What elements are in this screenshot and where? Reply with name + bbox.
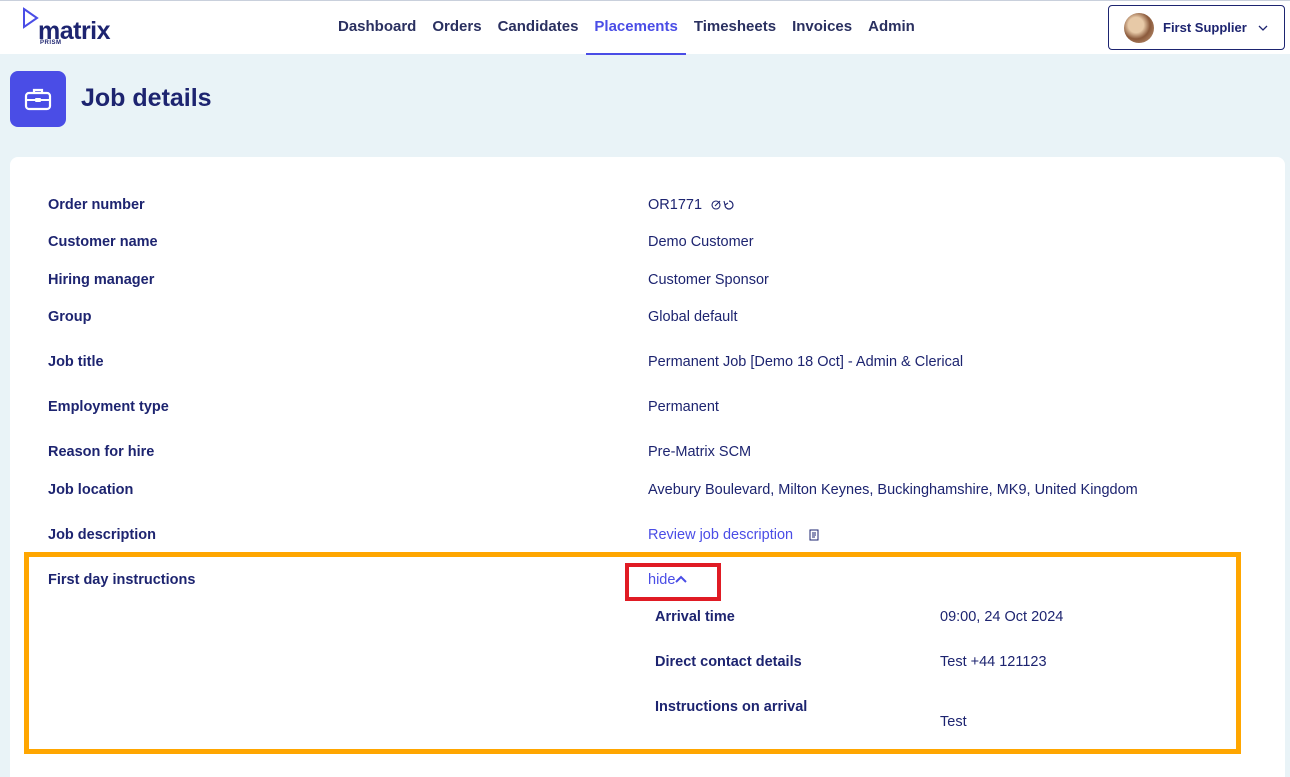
- order-number-label: Order number: [48, 197, 145, 213]
- instructions-on-arrival-label: Instructions on arrival: [655, 699, 808, 715]
- reason-for-hire-label: Reason for hire: [48, 444, 155, 460]
- user-menu-button[interactable]: First Supplier: [1108, 5, 1285, 50]
- nav-timesheets[interactable]: Timesheets: [686, 1, 784, 55]
- job-description-label: Job description: [48, 527, 156, 543]
- order-number-actions-icon[interactable]: [710, 199, 736, 211]
- customer-name-value: Demo Customer: [648, 234, 754, 250]
- order-number-value: OR1771: [648, 197, 736, 213]
- arrival-time-label: Arrival time: [655, 609, 735, 625]
- briefcase-icon: [10, 71, 66, 127]
- job-title-value: Permanent Job [Demo 18 Oct] - Admin & Cl…: [648, 354, 964, 370]
- customer-name-label: Customer name: [48, 234, 158, 250]
- review-job-description-link[interactable]: Review job description: [648, 527, 793, 543]
- logo-subtitle: PRISM: [40, 40, 62, 46]
- order-number-text: OR1771: [648, 197, 703, 213]
- document-icon[interactable]: [807, 529, 821, 541]
- nav-placements[interactable]: Placements: [586, 1, 687, 55]
- hide-toggle-button[interactable]: hide: [648, 572, 688, 588]
- direct-contact-label: Direct contact details: [655, 654, 802, 670]
- reason-for-hire-value: Pre-Matrix SCM: [648, 444, 752, 460]
- group-value: Global default: [648, 309, 738, 325]
- employment-type-label: Employment type: [48, 399, 169, 415]
- instructions-on-arrival-value: Test: [940, 714, 967, 730]
- nav-invoices[interactable]: Invoices: [784, 1, 860, 55]
- job-title-label: Job title: [48, 354, 104, 370]
- first-day-instructions-label: First day instructions: [48, 572, 196, 588]
- nav-admin[interactable]: Admin: [860, 1, 923, 55]
- page-title: Job details: [81, 84, 212, 112]
- job-location-label: Job location: [48, 482, 134, 498]
- avatar: [1124, 12, 1154, 43]
- nav-dashboard[interactable]: Dashboard: [330, 1, 424, 55]
- arrival-time-value: 09:00, 24 Oct 2024: [940, 609, 1064, 625]
- group-label: Group: [48, 309, 92, 325]
- job-description-value: Review job description: [648, 527, 821, 543]
- job-location-value: Avebury Boulevard, Milton Keynes, Buckin…: [648, 482, 1138, 498]
- direct-contact-value: Test +44 121123: [940, 654, 1047, 670]
- nav-orders[interactable]: Orders: [424, 1, 489, 55]
- matrix-logo[interactable]: matrix PRISM: [22, 7, 122, 49]
- hide-toggle-label: hide: [648, 572, 676, 588]
- nav-candidates[interactable]: Candidates: [490, 1, 587, 55]
- hiring-manager-label: Hiring manager: [48, 272, 155, 288]
- chevron-down-icon: [1258, 25, 1268, 31]
- employment-type-value: Permanent: [648, 399, 719, 415]
- chevron-up-icon: [675, 575, 688, 583]
- hiring-manager-value: Customer Sponsor: [648, 272, 769, 288]
- top-navigation-bar: matrix PRISM Dashboard Orders Candidates…: [0, 0, 1290, 55]
- main-nav: Dashboard Orders Candidates Placements T…: [330, 1, 923, 55]
- user-name: First Supplier: [1163, 20, 1247, 35]
